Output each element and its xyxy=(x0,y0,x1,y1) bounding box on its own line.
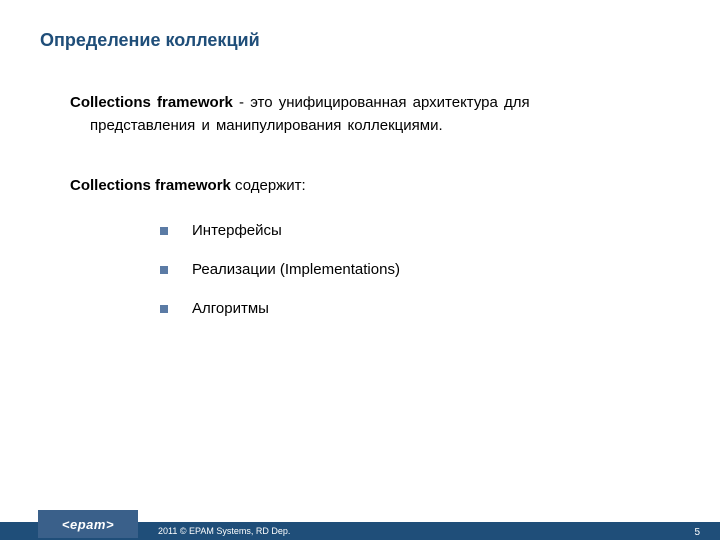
paragraph-contains: Collections framework содержит: xyxy=(70,177,660,194)
epam-logo: <epam> xyxy=(62,517,114,532)
contains-rest: содержит: xyxy=(231,177,306,194)
bullet-square-icon xyxy=(160,305,168,313)
bullet-item: Реализации (Implementations) xyxy=(160,261,660,278)
term-line2: представления и манипулирования коллекци… xyxy=(90,115,660,138)
slide-title: Определение коллекций xyxy=(40,30,260,51)
bullet-item: Интерфейсы xyxy=(160,222,660,239)
bullet-item: Алгоритмы xyxy=(160,300,660,317)
paragraph-definition: Collections framework - это унифицирован… xyxy=(70,92,660,137)
page-number: 5 xyxy=(694,527,700,538)
term-rest-line1: - это унифицированная архитектура для xyxy=(233,94,530,111)
bullet-square-icon xyxy=(160,227,168,235)
footer-copyright: 2011 © EPAM Systems, RD Dep. xyxy=(158,524,290,538)
bullet-list: Интерфейсы Реализации (Implementations) … xyxy=(160,222,660,317)
bullet-text: Алгоритмы xyxy=(192,300,269,317)
slide-content: Collections framework - это унифицирован… xyxy=(70,92,660,339)
contains-bold: Collections framework xyxy=(70,177,231,194)
bullet-text: Реализации (Implementations) xyxy=(192,261,400,278)
slide: Определение коллекций Collections framew… xyxy=(0,0,720,540)
footer-logo-block: <epam> xyxy=(38,510,138,538)
term-bold: Collections framework xyxy=(70,94,233,111)
bullet-square-icon xyxy=(160,266,168,274)
bullet-text: Интерфейсы xyxy=(192,222,282,239)
